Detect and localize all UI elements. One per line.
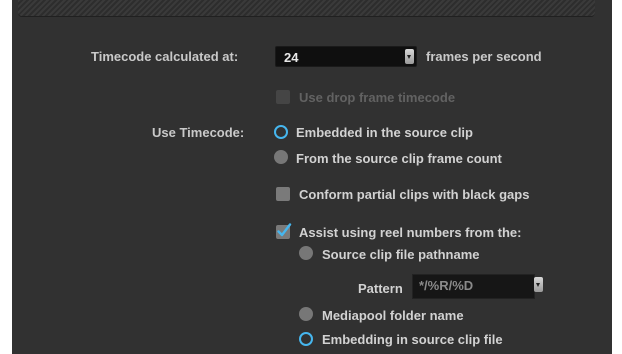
radio-embedding-source-file-label: Embedding in source clip file — [322, 332, 503, 347]
panel-header-strip — [18, 0, 595, 17]
fps-value: 24 — [284, 50, 299, 65]
fps-dropdown[interactable]: 24 — [275, 46, 417, 67]
radio-frame-count[interactable] — [274, 150, 288, 164]
pattern-value: */%R/%D — [419, 278, 474, 293]
radio-frame-count-label: From the source clip frame count — [296, 151, 502, 166]
screenshot-stage: Timecode calculated at: 24 frames per se… — [0, 0, 622, 354]
pattern-dropdown-arrow[interactable] — [534, 277, 543, 292]
use-timecode-label: Use Timecode: — [152, 125, 245, 140]
drop-frame-checkbox[interactable] — [276, 90, 290, 104]
pattern-input[interactable]: */%R/%D — [412, 274, 535, 299]
radio-mediapool-folder-label: Mediapool folder name — [322, 308, 464, 323]
radio-embedding-source-file[interactable] — [299, 332, 313, 346]
conform-partial-label: Conform partial clips with black gaps — [299, 187, 530, 202]
radio-mediapool-folder[interactable] — [299, 307, 313, 321]
radio-embedded-source-clip-label: Embedded in the source clip — [296, 125, 473, 140]
radio-embedded-source-clip[interactable] — [274, 125, 288, 139]
assist-reel-checkbox[interactable] — [276, 223, 292, 239]
drop-frame-label: Use drop frame timecode — [299, 90, 456, 105]
radio-source-pathname-label: Source clip file pathname — [322, 247, 480, 262]
chevron-down-icon — [405, 49, 414, 64]
fps-suffix-label: frames per second — [426, 49, 542, 64]
assist-reel-label: Assist using reel numbers from the: — [299, 225, 522, 240]
pattern-label: Pattern — [358, 281, 403, 296]
conform-partial-checkbox[interactable] — [276, 187, 290, 201]
timecode-calculated-label: Timecode calculated at: — [91, 49, 239, 64]
radio-source-pathname[interactable] — [299, 246, 313, 260]
checkmark-icon — [277, 223, 292, 237]
